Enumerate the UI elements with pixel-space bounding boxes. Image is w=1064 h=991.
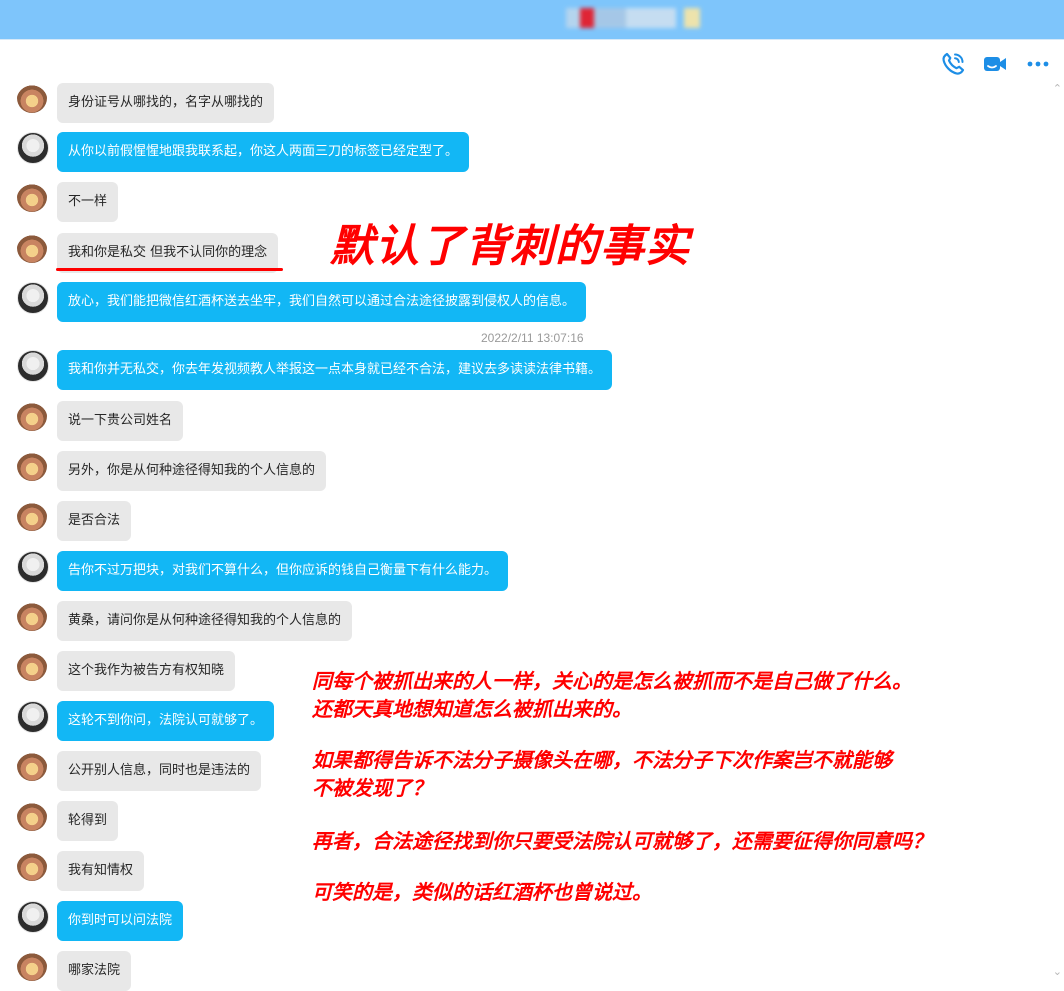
message-row: 我和你并无私交，你去年发视频教人举报这一点本身就已经不合法，建议去多读读法律书籍… <box>0 350 640 390</box>
self-avatar[interactable] <box>17 350 49 382</box>
message-bubble[interactable]: 我和你是私交 但我不认同你的理念 <box>57 233 279 273</box>
message-row: 哪家法院 <box>0 951 640 991</box>
self-avatar[interactable] <box>17 701 49 733</box>
peer-avatar[interactable] <box>17 951 47 981</box>
annotation-comment: 再者，合法途径找到你只要受法院认可就够了，还需要征得你同意吗？ <box>312 829 932 853</box>
message-bubble[interactable]: 我和你并无私交，你去年发视频教人举报这一点本身就已经不合法，建议去多读读法律书籍… <box>57 350 613 390</box>
window-title: ▇▇▇▇▇▇ <box>566 8 700 28</box>
message-row: 放心，我们能把微信红酒杯送去坐牢，我们自然可以通过合法途径披露到侵权人的信息。 <box>0 282 640 322</box>
message-bubble[interactable]: 公开别人信息，同时也是违法的 <box>57 751 262 791</box>
video-call-icon[interactable] <box>982 51 1008 77</box>
peer-avatar[interactable] <box>17 182 47 212</box>
annotation-headline: 默认了背刺的事实 <box>330 221 690 272</box>
peer-avatar[interactable] <box>17 83 47 113</box>
annotation-comment: 不被发现了？ <box>312 776 432 800</box>
red-underline <box>56 268 283 271</box>
message-row: 是否合法 <box>0 501 640 541</box>
peer-avatar[interactable] <box>17 601 47 631</box>
message-bubble[interactable]: 从你以前假惺惺地跟我联系起，你这人两面三刀的标签已经定型了。 <box>57 132 470 172</box>
message-bubble[interactable]: 告你不过万把块，对我们不算什么，但你应诉的钱自己衡量下有什么能力。 <box>57 551 509 591</box>
more-icon[interactable] <box>1025 51 1051 77</box>
self-avatar[interactable] <box>17 282 49 314</box>
message-row: 另外，你是从何种途径得知我的个人信息的 <box>0 451 640 491</box>
scroll-down-arrow-icon[interactable]: ⌄ <box>1053 965 1062 978</box>
message-bubble[interactable]: 黄桑，请问你是从何种途径得知我的个人信息的 <box>57 601 353 641</box>
annotation-comment: 同每个被抓出来的人一样，关心的是怎么被抓而不是自己做了什么。 <box>312 669 912 693</box>
peer-avatar[interactable] <box>17 851 47 881</box>
message-bubble[interactable]: 放心，我们能把微信红酒杯送去坐牢，我们自然可以通过合法途径披露到侵权人的信息。 <box>57 282 587 322</box>
message-bubble[interactable]: 这个我作为被告方有权知晓 <box>57 651 236 691</box>
peer-avatar[interactable] <box>17 651 47 681</box>
message-row: 告你不过万把块，对我们不算什么，但你应诉的钱自己衡量下有什么能力。 <box>0 551 640 591</box>
message-bubble[interactable]: 说一下贵公司姓名 <box>57 401 184 441</box>
message-bubble[interactable]: 我有知情权 <box>57 851 145 891</box>
peer-avatar[interactable] <box>17 401 47 431</box>
self-avatar[interactable] <box>17 901 49 933</box>
message-bubble[interactable]: 是否合法 <box>57 501 132 541</box>
message-row: 从你以前假惺惺地跟我联系起，你这人两面三刀的标签已经定型了。 <box>0 132 640 172</box>
message-timestamp: 2022/2/11 13:07:16 <box>481 331 584 345</box>
message-row: 说一下贵公司姓名 <box>0 401 640 441</box>
message-row: 身份证号从哪找的，名字从哪找的 <box>0 83 640 123</box>
annotation-comment: 可笑的是，类似的话红酒杯也曾说过。 <box>312 880 652 904</box>
self-avatar[interactable] <box>17 132 49 164</box>
message-bubble[interactable]: 轮得到 <box>57 801 119 841</box>
message-bubble[interactable]: 另外，你是从何种途径得知我的个人信息的 <box>57 451 327 491</box>
message-row: 你到时可以问法院 <box>0 901 640 941</box>
annotation-comment: 还都天真地想知道怎么被抓出来的。 <box>312 697 632 721</box>
peer-avatar[interactable] <box>17 751 47 781</box>
message-bubble[interactable]: 这轮不到你问，法院认可就够了。 <box>57 701 275 741</box>
title-bar: ▇▇▇▇▇▇ <box>0 0 1064 40</box>
message-bubble[interactable]: 不一样 <box>57 182 119 222</box>
self-avatar[interactable] <box>17 551 49 583</box>
message-row: 黄桑，请问你是从何种途径得知我的个人信息的 <box>0 601 640 641</box>
message-bubble[interactable]: 身份证号从哪找的，名字从哪找的 <box>57 83 275 123</box>
peer-avatar[interactable] <box>17 501 47 531</box>
peer-avatar[interactable] <box>17 233 47 263</box>
scroll-up-arrow-icon[interactable]: ⌃ <box>1053 82 1062 95</box>
peer-avatar[interactable] <box>17 801 47 831</box>
message-bubble[interactable]: 你到时可以问法院 <box>57 901 184 941</box>
annotation-comment: 如果都得告诉不法分子摄像头在哪，不法分子下次作案岂不就能够 <box>312 748 892 772</box>
message-bubble[interactable]: 哪家法院 <box>57 951 132 991</box>
phone-call-icon[interactable] <box>940 51 966 77</box>
peer-avatar[interactable] <box>17 451 47 481</box>
